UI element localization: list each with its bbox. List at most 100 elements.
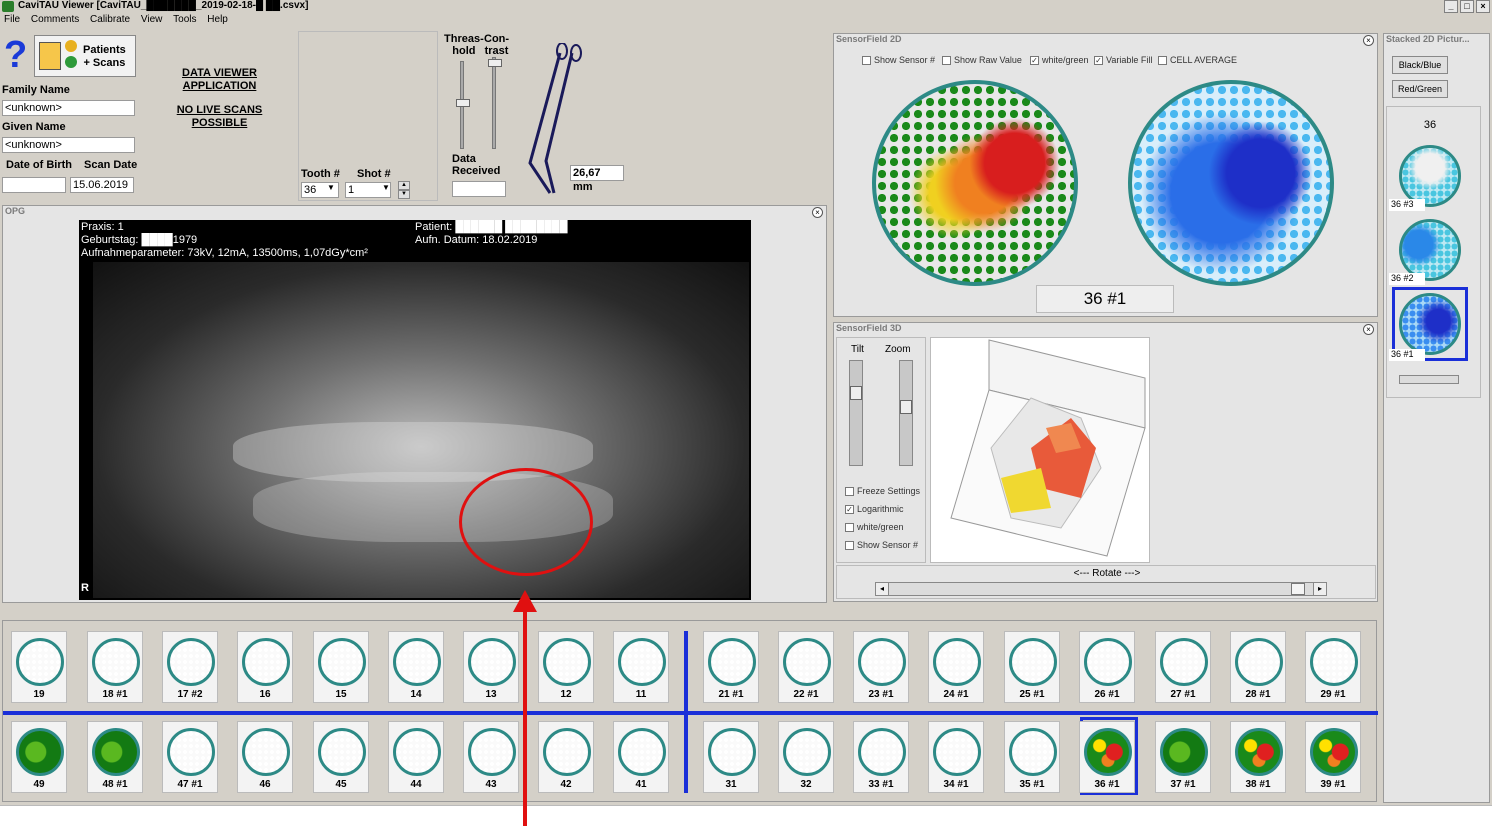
patients-scans-button[interactable]: Patients + Scans: [34, 35, 136, 77]
given-name-field[interactable]: <unknown>: [2, 137, 135, 153]
checkbox[interactable]: [862, 56, 871, 66]
tooth-tile[interactable]: 38 #1: [1230, 721, 1286, 793]
logarithmic-option[interactable]: ✓ Logarithmic: [845, 504, 904, 515]
tooth-tile[interactable]: 23 #1: [853, 631, 909, 703]
tooth-tile[interactable]: 11: [613, 631, 669, 703]
checkbox-checked[interactable]: ✓: [1094, 56, 1103, 66]
stacked-thumb-2[interactable]: [1399, 219, 1461, 281]
tooth-label: 49: [33, 779, 45, 790]
help-icon[interactable]: ?: [4, 35, 27, 75]
tilt-scrollbar[interactable]: [849, 360, 863, 466]
close-icon[interactable]: ×: [812, 207, 823, 218]
menu-comments[interactable]: Comments: [31, 14, 79, 25]
tooth-tile[interactable]: 21 #1: [703, 631, 759, 703]
tooth-tile[interactable]: 35 #1: [1004, 721, 1060, 793]
black-blue-button[interactable]: Black/Blue: [1392, 56, 1448, 74]
tooth-tile[interactable]: 29 #1: [1305, 631, 1361, 703]
scan-dot-icon: [65, 40, 77, 52]
dob-field[interactable]: [2, 177, 66, 193]
tooth-tile[interactable]: 44: [388, 721, 444, 793]
checkbox[interactable]: [845, 523, 854, 533]
tooth-tile[interactable]: 36 #1: [1079, 721, 1135, 793]
menu-help[interactable]: Help: [207, 14, 228, 25]
tooth-tile[interactable]: 26 #1: [1079, 631, 1135, 703]
maximize-button[interactable]: □: [1460, 0, 1474, 13]
tooth-tile[interactable]: 33 #1: [853, 721, 909, 793]
white-green-3d-option[interactable]: white/green: [845, 522, 904, 533]
checkbox[interactable]: [845, 541, 854, 551]
menu-calibrate[interactable]: Calibrate: [90, 14, 130, 25]
stacked-thumb-1[interactable]: [1399, 293, 1461, 355]
scan-date-field[interactable]: 15.06.2019: [70, 177, 134, 193]
contrast-slider[interactable]: [492, 57, 496, 149]
tooth-tile[interactable]: 18 #1: [87, 631, 143, 703]
threshold-slider-thumb[interactable]: [456, 99, 470, 107]
tooth-tile[interactable]: 24 #1: [928, 631, 984, 703]
family-name-field[interactable]: <unknown>: [2, 100, 135, 116]
tooth-tile[interactable]: 25 #1: [1004, 631, 1060, 703]
tooth-tile[interactable]: 34 #1: [928, 721, 984, 793]
show-sensor-option[interactable]: Show Sensor #: [862, 55, 935, 66]
tooth-tile[interactable]: 16: [237, 631, 293, 703]
checkbox[interactable]: [845, 487, 854, 497]
checkbox[interactable]: [1158, 56, 1167, 66]
contrast-slider-thumb[interactable]: [488, 59, 502, 67]
tilt-thumb[interactable]: [850, 386, 862, 400]
close-icon[interactable]: ×: [1363, 324, 1374, 335]
stacked-thumb-3[interactable]: [1399, 145, 1461, 207]
patients-scans-label: Patients + Scans: [83, 44, 126, 69]
shot-down-button[interactable]: ▼: [398, 190, 410, 199]
tooth-tile[interactable]: 45: [313, 721, 369, 793]
minimize-button[interactable]: _: [1444, 0, 1458, 13]
white-green-option[interactable]: ✓ white/green: [1030, 55, 1089, 66]
zoom-thumb[interactable]: [900, 400, 912, 414]
chevron-right-icon[interactable]: ▸: [1313, 582, 1327, 596]
scan-dot-icon: [65, 56, 77, 68]
rotate-thumb[interactable]: [1291, 583, 1305, 595]
tooth-tile[interactable]: 17 #2: [162, 631, 218, 703]
chevron-left-icon[interactable]: ◂: [875, 582, 889, 596]
tooth-tile[interactable]: 22 #1: [778, 631, 834, 703]
tooth-tile[interactable]: 32: [778, 721, 834, 793]
tooth-tile[interactable]: 15: [313, 631, 369, 703]
threshold-label: Threas- hold: [444, 33, 484, 57]
menu-tools[interactable]: Tools: [173, 14, 196, 25]
menu-view[interactable]: View: [141, 14, 163, 25]
tooth-tile[interactable]: 31: [703, 721, 759, 793]
checkbox[interactable]: [942, 56, 951, 66]
tooth-tile[interactable]: 37 #1: [1155, 721, 1211, 793]
shot-up-button[interactable]: ▲: [398, 181, 410, 190]
freeze-settings-option[interactable]: Freeze Settings: [845, 486, 920, 497]
chevron-down-icon[interactable]: ▼: [382, 183, 390, 192]
opg-side-label: [77, 560, 91, 570]
tooth-sensor-thumbnail: [318, 728, 366, 776]
tooth-tile[interactable]: 41: [613, 721, 669, 793]
tooth-tile[interactable]: 27 #1: [1155, 631, 1211, 703]
tooth-tile[interactable]: 42: [538, 721, 594, 793]
option-label: Show Raw Value: [954, 55, 1022, 65]
show-sensor-3d-option[interactable]: Show Sensor #: [845, 540, 918, 551]
rotate-scrollbar[interactable]: [875, 582, 1327, 596]
tooth-tile[interactable]: 48 #1: [87, 721, 143, 793]
tooth-tile[interactable]: 19: [11, 631, 67, 703]
tooth-tile[interactable]: 49: [11, 721, 67, 793]
jaw-divider-vertical: [684, 631, 688, 793]
stacked-scrollbar[interactable]: [1399, 375, 1459, 384]
menu-file[interactable]: File: [4, 14, 20, 25]
cell-average-option[interactable]: CELL AVERAGE: [1158, 55, 1237, 66]
tooth-tile[interactable]: 14: [388, 631, 444, 703]
tooth-label: 37 #1: [1170, 779, 1196, 790]
tooth-tile[interactable]: 47 #1: [162, 721, 218, 793]
checkbox-checked[interactable]: ✓: [845, 505, 854, 515]
tooth-tile[interactable]: 46: [237, 721, 293, 793]
checkbox-checked[interactable]: ✓: [1030, 56, 1039, 66]
chevron-down-icon[interactable]: ▼: [327, 183, 335, 192]
close-icon[interactable]: ×: [1363, 35, 1374, 46]
red-green-button[interactable]: Red/Green: [1392, 80, 1448, 98]
tooth-tile[interactable]: 28 #1: [1230, 631, 1286, 703]
variable-fill-option[interactable]: ✓ Variable Fill: [1094, 55, 1152, 66]
close-button[interactable]: ×: [1476, 0, 1490, 13]
tooth-tile[interactable]: 12: [538, 631, 594, 703]
tooth-tile[interactable]: 39 #1: [1305, 721, 1361, 793]
show-raw-value-option[interactable]: Show Raw Value: [942, 55, 1022, 66]
